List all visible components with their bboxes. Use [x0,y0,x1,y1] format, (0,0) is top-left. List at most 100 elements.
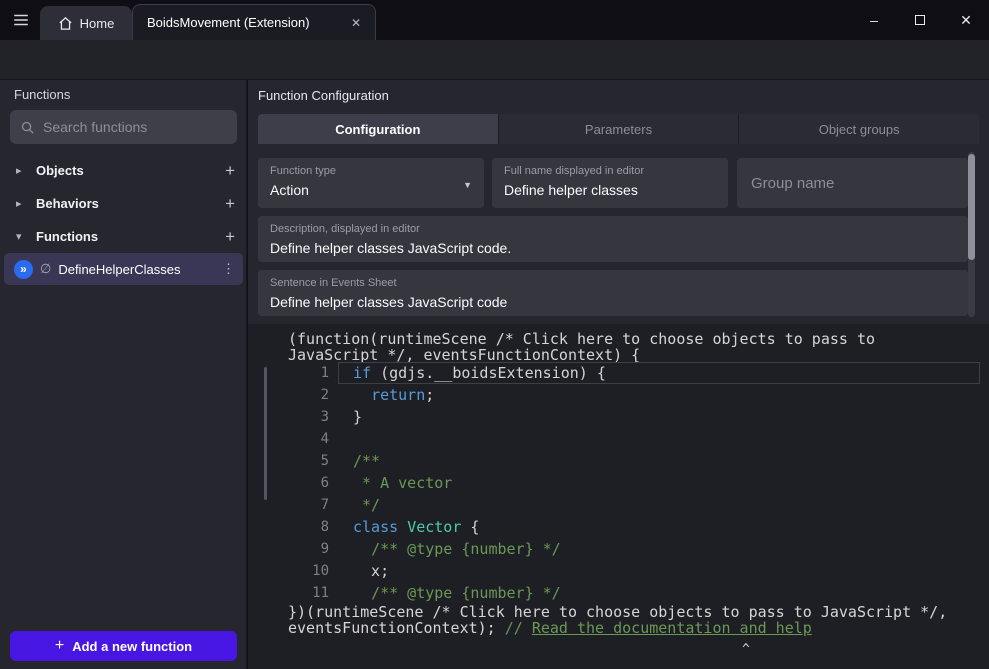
full-name-label: Full name displayed in editor [504,165,716,177]
kebab-menu-icon[interactable]: ⋮ [222,261,235,277]
add-new-function-button[interactable]: + Add a new function [10,631,237,661]
hamburger-icon [12,11,30,29]
code-line[interactable]: 1if (gdjs.__boidsExtension) { [248,362,989,384]
editor-footer-line[interactable]: })(runtimeScene /* Click here to choose … [288,604,970,636]
maximize-button[interactable] [897,0,943,40]
plus-icon: + [55,637,64,655]
code-line[interactable]: 5/** [248,450,989,472]
javascript-function-icon: » [14,260,33,279]
footer-comment-prefix: // [505,619,532,637]
line-number: 1 [248,365,329,381]
code-line-text: /** [329,452,380,470]
add-new-function-label: Add a new function [72,639,192,654]
tab-project[interactable]: BoidsMovement (Extension) ✕ [132,4,376,40]
function-type-label: Function type [270,165,472,177]
description-label: Description, displayed in editor [270,223,956,235]
code-line-text: * A vector [329,474,452,492]
add-object-icon[interactable]: + [225,161,235,181]
dropdown-caret-icon: ▼ [463,180,472,190]
code-line[interactable]: 2 return; [248,384,989,406]
section-label: Behaviors [36,196,216,211]
code-line[interactable]: 4 [248,428,989,450]
line-number: 4 [248,431,329,447]
function-configuration-panel: Function Configuration Configuration Par… [248,80,989,324]
toolbar: Preview Share ↶ ↷ [0,40,989,80]
sidebar-item-objects[interactable]: ▸ Objects + [0,154,247,187]
main-menu-button[interactable] [9,9,33,31]
code-line[interactable]: 11 /** @type {number} */ [248,582,989,604]
search-input[interactable] [43,119,227,135]
search-box [10,110,237,144]
home-icon [58,16,73,31]
configuration-tabs: Configuration Parameters Object groups [258,114,979,144]
line-number: 10 [248,563,329,579]
description-value: Define helper classes JavaScript code. [270,240,956,256]
tab-configuration[interactable]: Configuration [258,114,499,144]
function-type-value: Action [270,182,472,198]
add-function-icon[interactable]: + [225,227,235,247]
code-line-text: */ [329,496,380,514]
code-line-text: /** @type {number} */ [329,540,561,558]
line-number: 7 [248,497,329,513]
group-name-placeholder: Group name [751,175,834,192]
line-number: 6 [248,475,329,491]
function-type-select[interactable]: Function type Action ▼ [258,158,484,208]
maximize-icon [915,15,925,25]
code-line[interactable]: 8class Vector { [248,516,989,538]
code-line[interactable]: 7 */ [248,494,989,516]
code-line-text: /** @type {number} */ [329,584,561,602]
code-line[interactable]: 10 x; [248,560,989,582]
code-line-text: return; [329,386,434,404]
function-name: DefineHelperClasses [58,262,215,277]
code-line[interactable]: 6 * A vector [248,472,989,494]
caret-hint: ^ [742,642,750,657]
tab-home[interactable]: Home [40,6,132,40]
code-line-text: class Vector { [329,518,479,536]
close-window-button[interactable]: ✕ [943,0,989,40]
sidebar-item-functions[interactable]: ▾ Functions + [0,220,247,253]
section-label: Objects [36,163,216,178]
tab-object-groups[interactable]: Object groups [739,114,979,144]
group-name-field[interactable]: Group name [737,158,968,208]
sidebar-item-behaviors[interactable]: ▸ Behaviors + [0,187,247,220]
window-controls: – ✕ [851,0,989,40]
panel-title: Function Configuration [258,88,389,103]
line-number: 3 [248,409,329,425]
line-number: 9 [248,541,329,557]
sidebar-title: Functions [14,87,70,102]
minimize-button[interactable]: – [851,0,897,40]
full-name-field[interactable]: Full name displayed in editor Define hel… [492,158,728,208]
documentation-link[interactable]: Read the documentation and help [532,619,812,637]
code-line[interactable]: 3} [248,406,989,428]
functions-sidebar: Functions ▸ Objects + ▸ Behaviors + ▾ Fu… [0,80,247,669]
editor-header-line[interactable]: (function(runtimeScene /* Click here to … [288,331,970,363]
expanded-caret-icon[interactable]: ▾ [16,230,27,243]
section-label: Functions [36,229,216,244]
sentence-value: Define helper classes JavaScript code [270,294,956,310]
function-list-item-selected[interactable]: » ∅ DefineHelperClasses ⋮ [4,253,243,285]
add-behavior-icon[interactable]: + [225,194,235,214]
sentence-field[interactable]: Sentence in Events Sheet Define helper c… [258,270,968,316]
titlebar: Home BoidsMovement (Extension) ✕ – ✕ [0,0,989,40]
line-number: 2 [248,387,329,403]
code-lines: 1if (gdjs.__boidsExtension) {2 return;3}… [248,362,989,604]
tab-home-label: Home [80,16,115,31]
tab-parameters[interactable]: Parameters [499,114,740,144]
collapsed-caret-icon[interactable]: ▸ [16,164,27,177]
full-name-value: Define helper classes [504,182,716,198]
description-field[interactable]: Description, displayed in editor Define … [258,216,968,262]
code-editor: (function(runtimeScene /* Click here to … [248,324,989,669]
code-line[interactable]: 9 /** @type {number} */ [248,538,989,560]
sentence-label: Sentence in Events Sheet [270,277,956,289]
line-number: 5 [248,453,329,469]
close-tab-icon[interactable]: ✕ [347,14,365,32]
search-icon [20,120,35,135]
line-number: 11 [248,585,329,601]
collapsed-caret-icon[interactable]: ▸ [16,197,27,210]
panel-scrollbar-thumb[interactable] [968,154,975,260]
line-number: 8 [248,519,329,535]
code-line-text: x; [329,562,389,580]
empty-set-icon: ∅ [40,261,51,277]
code-line-text: } [329,408,362,426]
tab-project-label: BoidsMovement (Extension) [147,15,339,30]
